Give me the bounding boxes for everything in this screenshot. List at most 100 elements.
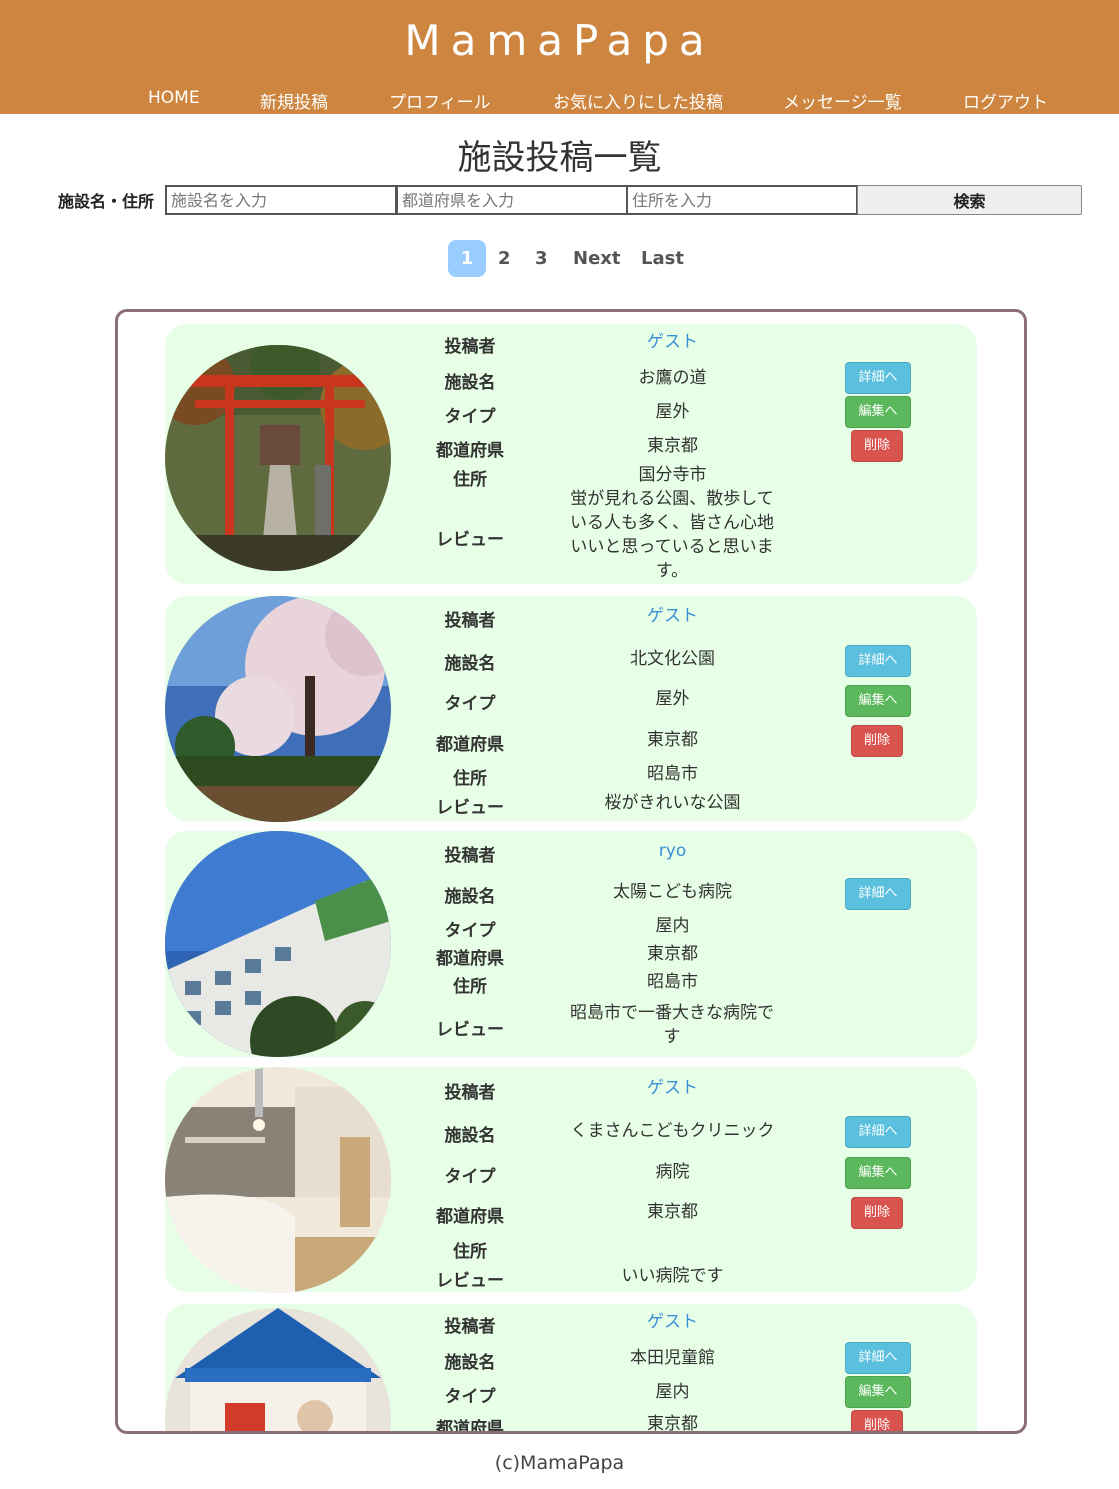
label-facility-name: 施設名: [444, 887, 496, 907]
label-review: レビュー: [436, 798, 504, 818]
post-type: 病院: [655, 1162, 690, 1182]
clinic-reception-photo: [165, 1067, 391, 1293]
post-type: 屋内: [655, 916, 690, 936]
cherry-blossom-park-photo: [165, 596, 391, 822]
post-image[interactable]: [165, 345, 391, 571]
label-prefecture: 都道府県: [436, 1419, 504, 1434]
nav-favorites[interactable]: お気に入りにした投稿: [553, 88, 723, 113]
detail-button[interactable]: 詳細へ: [845, 878, 911, 910]
label-prefecture: 都道府県: [436, 441, 504, 461]
post-card: 投稿者 ゲスト 施設名 北文化公園 タイプ 屋外 都道府県 東京都 住所 昭島市…: [165, 596, 977, 822]
post-prefecture: 東京都: [647, 944, 698, 964]
delete-button[interactable]: 削除: [851, 430, 903, 462]
detail-button[interactable]: 詳細へ: [845, 1116, 911, 1148]
detail-button[interactable]: 詳細へ: [845, 645, 911, 677]
page-last[interactable]: Last: [641, 240, 684, 277]
post-card: 投稿者 ゲスト 施設名 くまさんこどもクリニック タイプ 病院 都道府県 東京都…: [165, 1067, 977, 1293]
site-header: MamaPapa HOME 新規投稿 プロフィール お気に入りにした投稿 メッセ…: [0, 0, 1119, 114]
label-poster: 投稿者: [444, 1083, 496, 1103]
label-prefecture: 都道府県: [436, 949, 504, 969]
delete-button[interactable]: 削除: [851, 1197, 903, 1229]
post-prefecture: 東京都: [647, 1202, 698, 1222]
label-poster: 投稿者: [444, 1317, 496, 1337]
facility-name-input[interactable]: [165, 185, 397, 215]
search-label: 施設名・住所: [58, 192, 155, 211]
page-link-2[interactable]: 2: [498, 240, 511, 277]
edit-button[interactable]: 編集へ: [845, 1157, 911, 1189]
label-facility-name: 施設名: [444, 654, 496, 674]
post-type: 屋内: [655, 1382, 690, 1402]
page-title: 施設投稿一覧: [457, 138, 662, 178]
nav-new-post[interactable]: 新規投稿: [260, 88, 328, 113]
detail-button[interactable]: 詳細へ: [845, 1342, 911, 1374]
post-address: 昭島市: [647, 972, 698, 992]
post-review: 蛍が見れる公園、散歩している人も多く、皆さん心地いいと思っていると思います。: [570, 489, 774, 581]
page-link-3[interactable]: 3: [535, 240, 548, 277]
post-image[interactable]: [165, 831, 391, 1057]
post-facility-name: くまさんこどもクリニック: [570, 1121, 775, 1141]
prefecture-input[interactable]: [396, 185, 628, 215]
label-type: タイプ: [444, 921, 496, 941]
post-prefecture: 東京都: [647, 1414, 698, 1434]
edit-button[interactable]: 編集へ: [845, 396, 911, 428]
footer-copyright: (c)MamaPapa: [494, 1452, 625, 1474]
search-button[interactable]: 検索: [857, 185, 1082, 215]
label-facility-name: 施設名: [444, 1126, 496, 1146]
shrine-torii-photo: [165, 345, 391, 571]
post-facility-name: 太陽こども病院: [613, 882, 732, 902]
post-facility-name: 本田児童館: [630, 1348, 715, 1368]
post-address: 国分寺市: [638, 465, 707, 485]
post-type: 屋外: [655, 689, 690, 709]
post-poster[interactable]: ゲスト: [560, 330, 785, 354]
post-facility-name: 北文化公園: [630, 649, 715, 669]
post-poster[interactable]: ゲスト: [560, 1310, 785, 1334]
label-type: タイプ: [444, 1167, 496, 1187]
label-poster: 投稿者: [444, 846, 496, 866]
nav-home[interactable]: HOME: [148, 88, 200, 108]
post-list[interactable]: 投稿者 ゲスト 施設名 お鷹の道 タイプ 屋外 都道府県 東京都 住所 国分寺市…: [115, 309, 1027, 1434]
post-poster[interactable]: ゲスト: [560, 604, 785, 628]
label-poster: 投稿者: [444, 337, 496, 357]
edit-button[interactable]: 編集へ: [845, 685, 911, 717]
post-card: 投稿者 ゲスト 施設名 お鷹の道 タイプ 屋外 都道府県 東京都 住所 国分寺市…: [165, 324, 977, 584]
page-next[interactable]: Next: [573, 240, 621, 277]
post-poster[interactable]: ゲスト: [560, 1076, 785, 1100]
playhouse-photo: [165, 1308, 391, 1431]
nav-messages[interactable]: メッセージ一覧: [783, 88, 902, 113]
post-image[interactable]: [165, 1067, 391, 1293]
page-current[interactable]: 1: [448, 240, 486, 277]
label-review: レビュー: [436, 530, 504, 550]
label-address: 住所: [453, 977, 487, 997]
label-type: タイプ: [444, 407, 496, 427]
label-address: 住所: [453, 470, 487, 490]
post-review: 桜がきれいな公園: [604, 793, 741, 813]
post-card: 投稿者 ゲスト 施設名 本田児童館 タイプ 屋内 都道府県 東京都 詳細へ 編集…: [165, 1304, 977, 1434]
label-prefecture: 都道府県: [436, 1207, 504, 1227]
post-review: いい病院です: [621, 1266, 724, 1286]
label-facility-name: 施設名: [444, 373, 496, 393]
label-type: タイプ: [444, 694, 496, 714]
edit-button[interactable]: 編集へ: [845, 1376, 911, 1408]
nav-profile[interactable]: プロフィール: [389, 88, 491, 113]
post-review: 昭島市で一番大きな病院です: [570, 1003, 774, 1047]
delete-button[interactable]: 削除: [851, 1410, 903, 1431]
label-review: レビュー: [436, 1271, 504, 1291]
post-prefecture: 東京都: [647, 436, 698, 456]
post-facility-name: お鷹の道: [638, 368, 707, 388]
post-poster[interactable]: ryo: [560, 839, 785, 863]
nav-logout[interactable]: ログアウト: [963, 88, 1048, 113]
label-prefecture: 都道府県: [436, 735, 504, 755]
post-image[interactable]: [165, 596, 391, 822]
delete-button[interactable]: 削除: [851, 725, 903, 757]
address-input[interactable]: [626, 185, 858, 215]
post-image[interactable]: [165, 1308, 391, 1431]
label-poster: 投稿者: [444, 611, 496, 631]
post-address: 昭島市: [647, 764, 698, 784]
label-address: 住所: [453, 769, 487, 789]
label-facility-name: 施設名: [444, 1353, 496, 1373]
post-prefecture: 東京都: [647, 730, 698, 750]
brand-logo[interactable]: MamaPapa: [0, 16, 1119, 65]
detail-button[interactable]: 詳細へ: [845, 362, 911, 394]
label-address: 住所: [453, 1242, 487, 1262]
label-type: タイプ: [444, 1387, 496, 1407]
